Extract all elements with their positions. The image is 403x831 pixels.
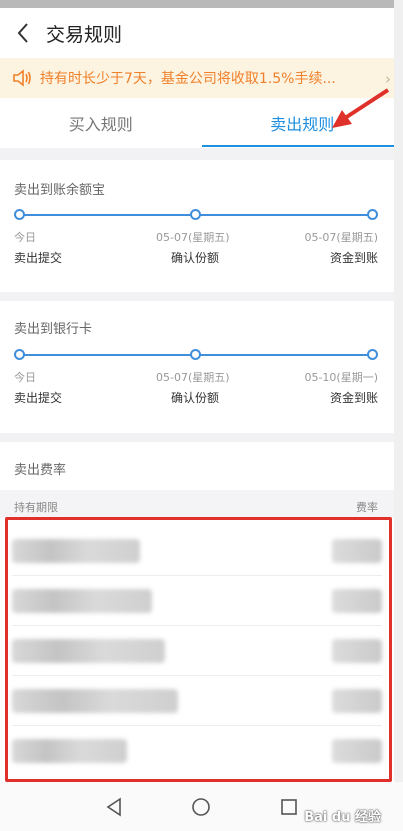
back-button[interactable]	[0, 8, 46, 58]
step-label: 资金到账	[329, 251, 378, 265]
timeline-dot	[367, 209, 378, 220]
step-label: 确认份额	[171, 391, 220, 405]
step-date: 05-07(星期五)	[156, 231, 230, 244]
section-balance: 卖出到账余额宝 今日 05-07(星期五) 05-07(星期五) 卖出提交 确认…	[0, 160, 394, 292]
edge-strip	[394, 0, 403, 831]
header: 交易规则	[0, 8, 403, 58]
circle-home-icon	[192, 797, 211, 816]
timeline-dot	[190, 209, 201, 220]
step-label: 资金到账	[329, 391, 378, 405]
step-date: 今日	[14, 371, 36, 384]
nav-back-button[interactable]	[94, 787, 134, 827]
timeline	[14, 208, 378, 222]
section-title: 卖出费率	[14, 463, 67, 478]
tab-buy-rules[interactable]: 买入规则	[0, 98, 202, 148]
step-date: 今日	[14, 231, 36, 244]
step-date: 05-07(星期五)	[156, 371, 230, 384]
step-date: 05-07(星期五)	[304, 231, 378, 244]
fee-col-rate: 费率	[356, 501, 378, 514]
section-bank-card: 卖出到银行卡 今日 05-07(星期五) 05-10(星期一) 卖出提交 确认份…	[0, 301, 394, 433]
speaker-icon	[13, 69, 31, 87]
fee-table-header: 持有期限 费率	[0, 490, 394, 518]
page-title: 交易规则	[46, 23, 123, 46]
timeline-dot	[14, 209, 25, 220]
step-date: 05-10(星期一)	[304, 371, 378, 384]
fee-col-period: 持有期限	[14, 501, 58, 514]
section-title: 卖出到银行卡	[14, 322, 93, 337]
timeline-dot	[367, 349, 378, 360]
nav-home-button[interactable]	[181, 787, 221, 827]
timeline-dot	[190, 349, 201, 360]
step-label: 卖出提交	[14, 391, 63, 405]
step-label: 卖出提交	[14, 251, 63, 265]
annotation-arrow-icon	[332, 88, 390, 128]
step-label: 确认份额	[171, 251, 220, 265]
chevron-left-icon	[17, 23, 28, 43]
status-bar	[0, 0, 403, 8]
watermark: Bai du 经验	[304, 810, 381, 825]
timeline	[14, 348, 378, 362]
triangle-back-icon	[106, 797, 121, 816]
section-title: 卖出到账余额宝	[14, 183, 106, 198]
timeline-dot	[14, 349, 25, 360]
square-recents-icon	[281, 798, 297, 815]
annotation-highlight-box	[5, 517, 392, 782]
notice-text: 持有时长少于7天，基金公司将收取1.5%手续...	[40, 71, 336, 87]
